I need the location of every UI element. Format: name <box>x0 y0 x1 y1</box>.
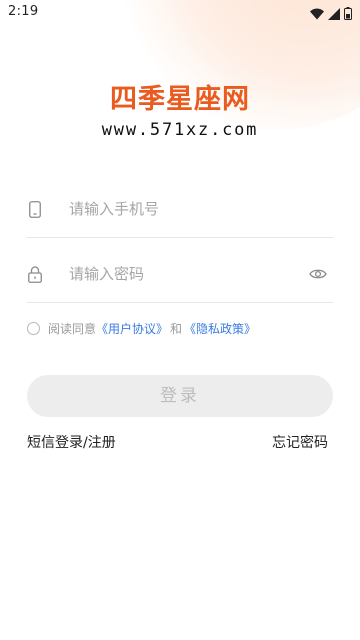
agreement-row: 阅读同意 《用户协议》 和 《隐私政策》 <box>27 318 256 338</box>
brand-url: www.571xz.com <box>101 120 259 140</box>
brand-logo: 四季星座网 <box>0 84 360 116</box>
phone-field <box>27 181 333 238</box>
status-bar: 2:19 <box>0 0 360 24</box>
password-field <box>27 246 333 303</box>
sms-login-link[interactable]: 短信登录/注册 <box>27 432 116 452</box>
logo-title: 四季星座网 <box>110 84 250 115</box>
login-screen: 2:19 四季星座网 www.571xz.com 请输入手机号 阅读同意 《用户… <box>0 0 360 640</box>
privacy-policy-link[interactable]: 《隐私政策》 <box>184 320 256 337</box>
eye-icon[interactable] <box>309 265 327 283</box>
agreement-checkbox[interactable] <box>27 321 40 335</box>
login-button[interactable]: 登录 <box>27 375 333 417</box>
status-icons <box>310 5 352 24</box>
forgot-password-link[interactable]: 忘记密码 <box>272 432 328 452</box>
agreement-conjunction: 和 <box>170 321 183 336</box>
lock-icon <box>27 264 43 284</box>
status-time: 2:19 <box>8 4 39 19</box>
user-agreement-link[interactable]: 《用户协议》 <box>96 320 168 337</box>
battery-icon <box>344 5 352 24</box>
password-input[interactable] <box>69 246 289 302</box>
wifi-icon <box>310 5 324 24</box>
phone-icon <box>27 199 43 219</box>
phone-input[interactable] <box>69 181 289 237</box>
signal-icon <box>328 5 340 24</box>
agreement-prefix: 阅读同意 <box>48 321 97 336</box>
